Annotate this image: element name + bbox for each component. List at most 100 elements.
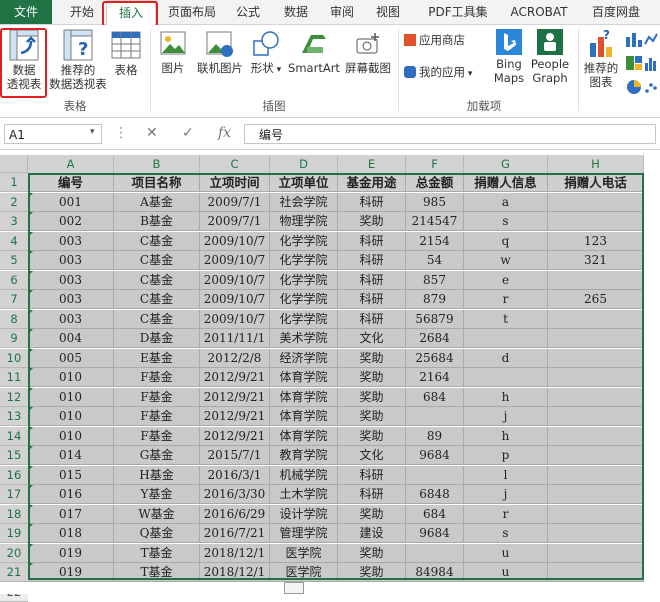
table-cell[interactable]: 建设 bbox=[338, 524, 406, 543]
table-cell[interactable] bbox=[548, 270, 644, 290]
table-cell[interactable]: 文化 bbox=[338, 446, 406, 465]
table-cell[interactable]: 土木学院 bbox=[270, 485, 338, 504]
table-header-cell[interactable]: 捐赠人电话 bbox=[548, 173, 644, 192]
insert-function-icon[interactable]: fx bbox=[218, 125, 231, 141]
table-cell[interactable]: 体育学院 bbox=[270, 426, 338, 446]
table-cell[interactable]: E基金 bbox=[114, 348, 200, 368]
table-cell[interactable]: W基金 bbox=[114, 504, 200, 524]
row-header-4[interactable]: 4 bbox=[0, 231, 28, 251]
table-cell[interactable]: p bbox=[464, 446, 548, 465]
row-header-8[interactable]: 8 bbox=[0, 309, 28, 329]
table-cell[interactable]: 科研 bbox=[338, 251, 406, 270]
table-cell[interactable] bbox=[548, 192, 644, 212]
picture-button[interactable]: 图片 bbox=[156, 29, 190, 75]
table-cell[interactable]: 010 bbox=[28, 407, 114, 426]
table-cell[interactable]: 2012/9/21 bbox=[200, 426, 270, 446]
table-cell[interactable] bbox=[406, 543, 464, 563]
column-header-b[interactable]: B bbox=[114, 155, 200, 173]
table-cell[interactable]: 奖助 bbox=[338, 563, 406, 582]
table-cell[interactable]: 2009/10/7 bbox=[200, 251, 270, 270]
smartart-button[interactable]: SmartArt bbox=[286, 29, 342, 75]
table-cell[interactable]: 2018/12/1 bbox=[200, 563, 270, 582]
table-cell[interactable]: 教育学院 bbox=[270, 446, 338, 465]
table-cell[interactable]: 2009/10/7 bbox=[200, 309, 270, 329]
my-apps-button[interactable]: 我的应用 ▾ bbox=[404, 65, 494, 81]
table-cell[interactable]: d bbox=[464, 348, 548, 368]
screenshot-button[interactable]: 屏幕截图 bbox=[342, 29, 394, 75]
recommended-charts-button[interactable]: ? 推荐的 图表 bbox=[580, 29, 622, 89]
row-header-5[interactable]: 5 bbox=[0, 251, 28, 270]
table-cell[interactable]: 医学院 bbox=[270, 563, 338, 582]
table-cell[interactable]: h bbox=[464, 426, 548, 446]
table-cell[interactable]: 214547 bbox=[406, 212, 464, 231]
table-cell[interactable]: 体育学院 bbox=[270, 387, 338, 407]
table-cell[interactable]: 2018/12/1 bbox=[200, 543, 270, 563]
table-cell[interactable] bbox=[464, 368, 548, 387]
table-cell[interactable]: C基金 bbox=[114, 290, 200, 309]
tab-page-layout[interactable]: 页面布局 bbox=[160, 0, 224, 24]
column-header-a[interactable]: A bbox=[28, 155, 114, 173]
table-cell[interactable]: 84984 bbox=[406, 563, 464, 582]
row-header-13[interactable]: 13 bbox=[0, 407, 28, 426]
table-cell[interactable]: 化学学院 bbox=[270, 270, 338, 290]
table-cell[interactable]: 奖助 bbox=[338, 348, 406, 368]
table-cell[interactable]: 医学院 bbox=[270, 543, 338, 563]
table-cell[interactable]: 004 bbox=[28, 329, 114, 348]
table-cell[interactable]: 科研 bbox=[338, 270, 406, 290]
table-cell[interactable]: 2012/2/8 bbox=[200, 348, 270, 368]
column-header-d[interactable]: D bbox=[270, 155, 338, 173]
table-cell[interactable]: G基金 bbox=[114, 446, 200, 465]
table-cell[interactable]: B基金 bbox=[114, 212, 200, 231]
table-cell[interactable]: 89 bbox=[406, 426, 464, 446]
table-cell[interactable]: 2016/3/30 bbox=[200, 485, 270, 504]
table-cell[interactable]: 体育学院 bbox=[270, 407, 338, 426]
table-cell[interactable]: 879 bbox=[406, 290, 464, 309]
table-cell[interactable]: C基金 bbox=[114, 309, 200, 329]
table-cell[interactable]: 018 bbox=[28, 524, 114, 543]
table-cell[interactable]: 6848 bbox=[406, 485, 464, 504]
tab-data[interactable]: 数据 bbox=[276, 0, 316, 24]
table-cell[interactable]: 003 bbox=[28, 309, 114, 329]
table-cell[interactable]: 001 bbox=[28, 192, 114, 212]
table-cell[interactable] bbox=[548, 543, 644, 563]
confirm-icon[interactable]: ✓ bbox=[182, 125, 194, 141]
table-cell[interactable]: 奖助 bbox=[338, 212, 406, 231]
table-cell[interactable]: D基金 bbox=[114, 329, 200, 348]
table-cell[interactable] bbox=[548, 309, 644, 329]
table-cell[interactable]: 2015/7/1 bbox=[200, 446, 270, 465]
table-cell[interactable]: 2164 bbox=[406, 368, 464, 387]
stat-chart-button[interactable] bbox=[644, 55, 658, 74]
table-header-cell[interactable]: 捐赠人信息 bbox=[464, 173, 548, 192]
row-header-17[interactable]: 17 bbox=[0, 485, 28, 504]
cancel-icon[interactable]: ✕ bbox=[146, 125, 158, 141]
table-cell[interactable]: 003 bbox=[28, 251, 114, 270]
row-header-2[interactable]: 2 bbox=[0, 192, 28, 212]
table-cell[interactable] bbox=[406, 465, 464, 485]
table-cell[interactable] bbox=[548, 446, 644, 465]
tab-acrobat[interactable]: ACROBAT bbox=[502, 0, 576, 24]
table-cell[interactable]: l bbox=[464, 465, 548, 485]
table-cell[interactable]: 2012/9/21 bbox=[200, 387, 270, 407]
table-cell[interactable]: j bbox=[464, 407, 548, 426]
table-cell[interactable]: 设计学院 bbox=[270, 504, 338, 524]
table-cell[interactable]: 科研 bbox=[338, 290, 406, 309]
line-chart-button[interactable] bbox=[644, 31, 658, 50]
table-cell[interactable]: 科研 bbox=[338, 231, 406, 251]
column-header-c[interactable]: C bbox=[200, 155, 270, 173]
column-header-f[interactable]: F bbox=[406, 155, 464, 173]
table-cell[interactable]: u bbox=[464, 543, 548, 563]
select-all-corner[interactable] bbox=[0, 155, 28, 173]
table-cell[interactable]: 2009/7/1 bbox=[200, 192, 270, 212]
table-cell[interactable]: 科研 bbox=[338, 192, 406, 212]
table-cell[interactable]: 2009/10/7 bbox=[200, 290, 270, 309]
table-cell[interactable]: 2011/11/1 bbox=[200, 329, 270, 348]
table-header-cell[interactable]: 编号 bbox=[28, 173, 114, 192]
row-header-11[interactable]: 11 bbox=[0, 368, 28, 387]
column-header-g[interactable]: G bbox=[464, 155, 548, 173]
table-cell[interactable]: 003 bbox=[28, 290, 114, 309]
row-header-12[interactable]: 12 bbox=[0, 387, 28, 407]
table-cell[interactable] bbox=[548, 348, 644, 368]
table-cell[interactable] bbox=[464, 329, 548, 348]
table-cell[interactable]: 265 bbox=[548, 290, 644, 309]
column-header-h[interactable]: H bbox=[548, 155, 644, 173]
